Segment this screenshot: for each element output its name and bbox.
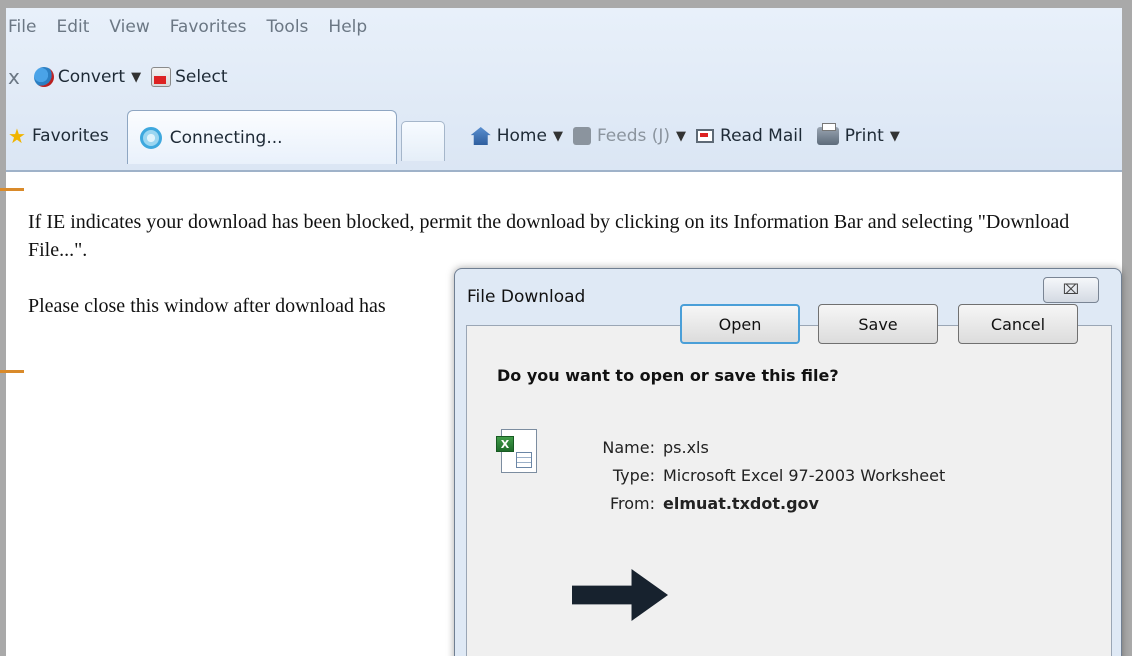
- file-name-row: Name: ps.xls: [567, 434, 945, 462]
- menu-view[interactable]: View: [109, 17, 149, 37]
- new-tab-button[interactable]: [400, 121, 445, 161]
- dialog-title: File Download: [467, 287, 586, 307]
- command-bar: x Convert ▼ Select: [6, 60, 228, 94]
- favorites-bar: ★ Favorites Connecting... Home ▼ Feeds (…: [6, 108, 1122, 164]
- cancel-button[interactable]: Cancel: [958, 304, 1078, 344]
- home-label: Home: [496, 126, 547, 146]
- download-instructions: If IE indicates your download has been b…: [28, 211, 1070, 261]
- dialog-close-button[interactable]: ⌧: [1043, 277, 1099, 303]
- mail-icon: [696, 129, 715, 143]
- browser-chrome: File Edit View Favorites Tools Help x Co…: [6, 8, 1122, 172]
- file-source-label: From:: [609, 494, 655, 513]
- close-toolbar-button[interactable]: x: [8, 65, 20, 89]
- feeds-icon: [572, 127, 591, 145]
- file-name-value: ps.xls: [663, 438, 709, 457]
- file-type-row: Type: Microsoft Excel 97-2003 Worksheet: [567, 462, 945, 490]
- slide-accent-marker: [0, 188, 24, 191]
- feeds-dropdown-chevron-icon[interactable]: ▼: [676, 129, 686, 144]
- file-source-value: elmuat.txdot.gov: [663, 494, 819, 513]
- select-label: Select: [175, 67, 228, 87]
- favorites-button[interactable]: Favorites: [32, 126, 109, 146]
- home-dropdown-chevron-icon[interactable]: ▼: [553, 129, 563, 144]
- loading-spinner-icon: [139, 126, 162, 149]
- file-name-label: Name:: [602, 438, 655, 457]
- convert-dropdown-chevron-icon[interactable]: ▼: [131, 70, 141, 85]
- print-dropdown-chevron-icon[interactable]: ▼: [890, 129, 900, 144]
- select-button[interactable]: Select: [151, 67, 228, 87]
- slide-accent-marker: [0, 370, 24, 373]
- read-mail-button[interactable]: Read Mail: [696, 126, 803, 146]
- close-icon: ⌧: [1062, 282, 1080, 298]
- open-button[interactable]: Open: [680, 304, 800, 344]
- file-info: Name: ps.xls Type: Microsoft Excel 97-20…: [567, 434, 945, 518]
- file-source-row: From: elmuat.txdot.gov: [567, 490, 945, 518]
- favorites-star-icon: ★: [8, 124, 26, 148]
- home-button[interactable]: Home: [470, 126, 547, 146]
- pdf-select-icon: [151, 67, 172, 87]
- print-label: Print: [844, 126, 884, 146]
- print-button[interactable]: Print: [816, 123, 884, 146]
- dialog-question: Do you want to open or save this file?: [497, 366, 839, 385]
- menu-bar: File Edit View Favorites Tools Help: [6, 8, 1122, 46]
- save-button[interactable]: Save: [818, 304, 938, 344]
- browser-tab-active[interactable]: Connecting...: [126, 110, 397, 164]
- read-mail-label: Read Mail: [720, 126, 803, 146]
- feeds-button[interactable]: Feeds (J): [572, 126, 671, 146]
- slide-frame-top: [0, 0, 1132, 8]
- slide-frame-right: [1122, 0, 1132, 656]
- menu-favorites[interactable]: Favorites: [170, 17, 247, 37]
- dialog-body: Do you want to open or save this file? X…: [466, 325, 1112, 656]
- convert-label: Convert: [57, 67, 126, 87]
- menu-tools[interactable]: Tools: [267, 17, 309, 37]
- excel-file-icon: X: [496, 429, 537, 473]
- convert-icon: [33, 67, 54, 87]
- feeds-label: Feeds (J): [596, 126, 671, 146]
- file-type-label: Type:: [612, 466, 655, 485]
- menu-file[interactable]: File: [8, 17, 36, 37]
- tab-title: Connecting...: [169, 127, 283, 148]
- file-type-value: Microsoft Excel 97-2003 Worksheet: [663, 466, 946, 485]
- menu-help[interactable]: Help: [328, 17, 367, 37]
- home-icon: [470, 127, 491, 145]
- print-icon: [816, 123, 839, 145]
- menu-edit[interactable]: Edit: [56, 17, 89, 37]
- convert-button[interactable]: Convert: [33, 67, 126, 87]
